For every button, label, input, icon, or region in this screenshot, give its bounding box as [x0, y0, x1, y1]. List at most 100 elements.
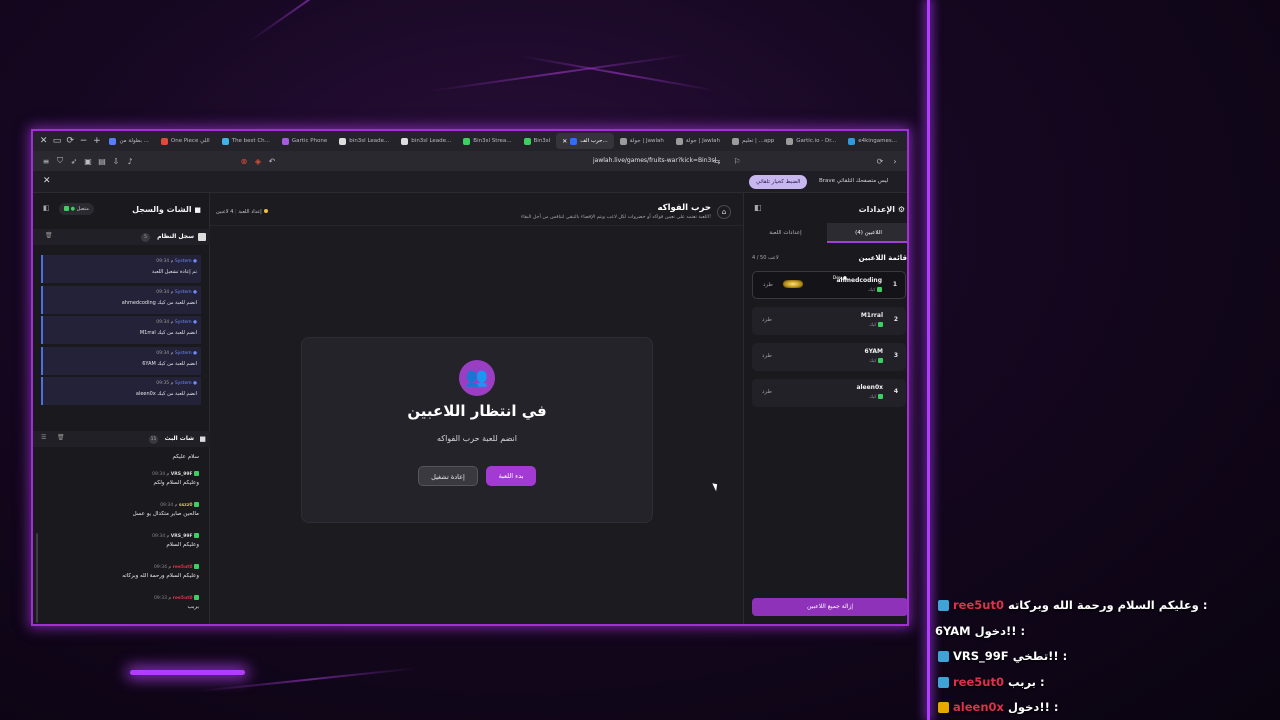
restart-button[interactable]: إعادة تشغيل	[418, 466, 478, 486]
remove-all-players-button[interactable]: إزالة جميع اللاعبين	[752, 598, 907, 616]
system-log-entry: 09:35 م System ● aleen0x انضم للعبة من كي…	[41, 377, 201, 405]
kick-player-button[interactable]: طرد	[762, 353, 772, 359]
chat-scrollbar[interactable]	[36, 533, 38, 623]
download-icon[interactable]: ⇩	[109, 157, 123, 166]
music-icon[interactable]: ♪	[123, 157, 137, 166]
forward-icon[interactable]: ›	[888, 157, 902, 166]
browser-tab[interactable]: Gartic.io - Dr...	[780, 133, 842, 149]
chat-time: 09:33 م	[153, 596, 172, 601]
chat-username: sszz0	[178, 503, 193, 508]
tab-label: تعليم | ...app	[741, 138, 775, 144]
chat-time: 09:34 م	[153, 565, 172, 570]
tab-label: Bin3sl	[533, 138, 551, 144]
list-icon[interactable]: ☰	[41, 434, 46, 441]
rocket-icon[interactable]: ➶	[67, 157, 81, 166]
share-icon[interactable]: ⇆	[710, 157, 724, 166]
kick-icon	[878, 322, 883, 327]
browser-tab[interactable]: The best Ch...	[216, 133, 276, 149]
kick-player-button[interactable]: طرد	[762, 389, 772, 395]
favicon-icon	[848, 137, 856, 145]
close-tab-icon[interactable]: ✕	[562, 138, 567, 145]
tabs-icon[interactable]: ▣	[81, 157, 95, 166]
player-platform: كيك	[869, 358, 883, 364]
tab-label: e4kingames...	[858, 138, 898, 144]
favicon-icon	[109, 137, 117, 145]
player-name: aleen0x	[856, 384, 883, 391]
gear-icon: ⚙	[897, 205, 905, 214]
system-log-entry: 09:34 م System ● M1rral انضم للعبة من كيك	[41, 316, 201, 344]
log-sender: System	[174, 259, 192, 264]
player-rank: 3	[893, 352, 898, 359]
trash-icon[interactable]: 🗑	[57, 434, 65, 441]
browser-tab[interactable]: ✕ حرب الف...	[556, 133, 614, 149]
browser-tab[interactable]: جولة | Jawlah	[614, 133, 670, 149]
chat-text: وعليكم السلام ورحمة الله وبركاته	[122, 573, 199, 579]
browser-tab[interactable]: جولة | Jawlah	[670, 133, 726, 149]
brave-shield-icon[interactable]: ◈	[251, 157, 265, 166]
bookmark-icon[interactable]: ⚐	[730, 157, 744, 166]
live-chat-title: شات البث	[164, 435, 194, 442]
collapse-panel-icon[interactable]: ◧	[754, 203, 762, 212]
browser-window: ✕ ▭ ⟳ − + بطولة من ... One Piece اللي The …	[31, 129, 909, 626]
stream-chat-username: 6YAM	[935, 623, 971, 638]
player-count: 4 / 50 لاعب	[752, 255, 779, 261]
chat-text: وعليكم السلام ولكم	[153, 480, 199, 486]
chat-text: وعليكم السلام	[166, 542, 199, 548]
chat-meta: 09:34 م VRS_99F	[152, 533, 199, 539]
stream-chat-message: ree5ut0 وعليكم السلام ورحمة الله وبركاته…	[935, 598, 1207, 612]
waiting-card: 👥 في انتظار اللاعبين انضم للعبة حرب الفو…	[301, 337, 653, 523]
log-meta: 09:34 م System ●	[156, 290, 197, 295]
stream-chat-message: 6YAM دخول!! :	[935, 624, 1025, 638]
browser-tab[interactable]: Bin3sl	[518, 133, 557, 149]
set-default-button[interactable]: الضبط كخيار تلقائي	[749, 175, 808, 189]
favicon-icon	[339, 137, 347, 145]
kick-icon	[194, 471, 199, 476]
browser-tab[interactable]: Bin3sl Strea...	[457, 133, 517, 149]
tab-label: bin3sl Leade...	[411, 138, 452, 144]
browser-tab[interactable]: bin3sl Leade...	[395, 133, 457, 149]
menu-icon[interactable]: ≡	[39, 157, 53, 166]
chat-log-panel: ◧ ● متصل الشات والسجل ■ 🗑 5 سجل النظام 0…	[33, 193, 210, 624]
browser-tab[interactable]: One Piece اللي	[155, 133, 216, 149]
chat-username: ree5ut0	[172, 565, 193, 570]
favicon-icon	[523, 137, 531, 145]
log-meta: 09:34 م System ●	[156, 351, 197, 356]
shield-icon[interactable]: ⛉	[53, 156, 67, 166]
system-log-count: 5	[141, 233, 150, 242]
home-icon[interactable]: ⌂	[717, 205, 731, 219]
close-banner-icon[interactable]: ✕	[43, 176, 51, 186]
back-icon[interactable]: ↶	[265, 157, 279, 166]
refresh-icon[interactable]: ⟳	[64, 136, 77, 146]
system-log-title: سجل النظام	[157, 233, 194, 240]
info-icon: ●	[193, 350, 197, 356]
stream-chat-text: وعليكم السلام ورحمة الله وبركاته :	[1008, 598, 1208, 612]
browser-tab[interactable]: bin3sl Leade...	[333, 133, 395, 149]
mouse-cursor-icon	[712, 481, 720, 492]
url-text[interactable]: jawlah.live/games/fruits-war?kick=Bin3sl	[593, 157, 716, 164]
new-tab-icon[interactable]: +	[90, 136, 103, 146]
favicon-icon	[786, 137, 794, 145]
minimize-icon[interactable]: −	[77, 136, 90, 146]
browser-tab[interactable]: Gartic Phone	[276, 133, 333, 149]
kick-player-button[interactable]: طرد	[762, 317, 772, 323]
live-chat-header[interactable]: ☰ 🗑 11 شات البث ■	[33, 431, 210, 447]
browser-tab[interactable]: بطولة من ...	[103, 133, 154, 149]
tab-game-settings[interactable]: إعدادات اللعبة	[744, 223, 827, 243]
browser-tab[interactable]: تعليم | ...app	[726, 133, 780, 149]
system-log-header[interactable]: 🗑 5 سجل النظام	[33, 229, 210, 245]
settings-label[interactable]: إعداد اللعبة	[238, 209, 261, 215]
sidebar-toggle-icon[interactable]: ▭	[50, 136, 63, 146]
tab-players[interactable]: اللاعبين (4)	[827, 223, 907, 243]
stream-chat-message: VRS_99F تطخي!! :	[935, 649, 1067, 663]
light-streak	[429, 53, 688, 92]
bookmarks-icon[interactable]: ▤	[95, 157, 109, 166]
reload-icon[interactable]: ⟳	[873, 157, 887, 166]
trash-icon[interactable]: 🗑	[45, 232, 53, 239]
close-window-icon[interactable]: ✕	[37, 136, 50, 146]
start-game-button[interactable]: بدء اللعبة	[486, 466, 536, 486]
collapse-panel-icon[interactable]: ◧	[43, 204, 50, 212]
chat-message: سلام عليكم	[172, 451, 199, 460]
browser-tab[interactable]: e4kingames...	[842, 133, 903, 149]
kick-player-button[interactable]: طرد	[763, 282, 773, 288]
brave-rewards-icon[interactable]: ⊗	[237, 157, 251, 166]
